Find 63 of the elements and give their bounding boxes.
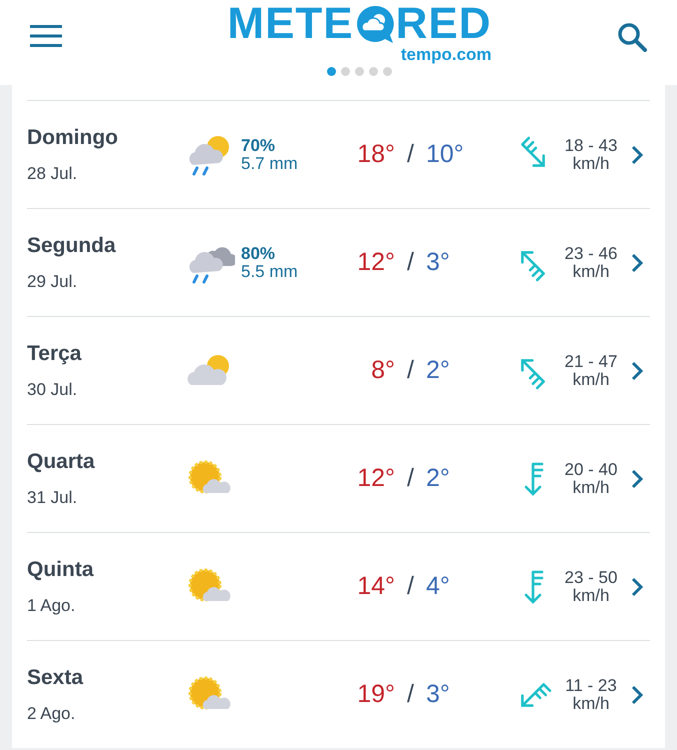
max-temperature: 12° — [356, 464, 395, 493]
wind-unit: km/h — [572, 478, 610, 496]
min-temperature: 2° — [426, 464, 450, 493]
logo-subtitle: tempo.com — [400, 46, 492, 64]
min-temperature: 3° — [426, 680, 450, 709]
day-date: 2 Ago. — [27, 704, 76, 724]
rain-chance: 80% — [241, 244, 276, 262]
separator: / — [407, 680, 414, 709]
day-name: Segunda — [27, 234, 117, 258]
wind-speed: 18 - 43 — [564, 136, 618, 154]
chevron-right-icon[interactable] — [631, 576, 643, 596]
day-name: Quinta — [27, 558, 95, 582]
chevron-right-icon[interactable] — [631, 252, 643, 272]
day-name: Domingo — [27, 126, 119, 150]
day-date: 28 Jul. — [27, 164, 78, 184]
wind-speed: 23 - 46 — [564, 244, 618, 262]
wind-speed: 21 - 47 — [564, 352, 618, 370]
min-temperature: 2° — [426, 356, 450, 385]
max-temperature: 19° — [356, 680, 395, 709]
menu-icon[interactable] — [30, 24, 62, 48]
logo-text: RED — [396, 2, 492, 46]
day-date: 1 Ago. — [27, 596, 76, 616]
day-date: 31 Jul. — [27, 488, 78, 508]
wind-speed: 11 - 23 — [565, 676, 617, 694]
day-date: 29 Jul. — [27, 272, 78, 292]
max-temperature: 14° — [356, 572, 395, 601]
wind-speed: 23 - 50 — [564, 568, 618, 586]
min-temperature: 4° — [426, 572, 450, 601]
wind-unit: km/h — [572, 262, 610, 280]
rain-amount: 5.5 mm — [241, 262, 298, 280]
chevron-right-icon[interactable] — [631, 144, 643, 164]
max-temperature: 12° — [356, 248, 395, 277]
page-dot[interactable] — [340, 67, 350, 76]
day-date: 30 Jul. — [27, 380, 78, 400]
separator: / — [407, 356, 414, 385]
min-temperature: 3° — [426, 248, 450, 277]
separator: / — [407, 464, 414, 493]
search-icon[interactable] — [616, 22, 647, 52]
page-dot[interactable] — [326, 67, 336, 76]
min-temperature: 10° — [426, 140, 464, 169]
logo-text: METE — [227, 2, 354, 46]
day-name: Sexta — [27, 666, 84, 690]
day-name: Quarta — [27, 450, 96, 474]
chevron-right-icon[interactable] — [631, 360, 643, 380]
page-dot[interactable] — [368, 67, 378, 76]
chevron-right-icon[interactable] — [631, 468, 643, 488]
chevron-right-icon[interactable] — [631, 684, 643, 704]
page-dot[interactable] — [382, 67, 392, 76]
separator: / — [407, 140, 414, 169]
wind-speed: 20 - 40 — [564, 460, 618, 478]
day-name: Terça — [27, 342, 82, 366]
max-temperature: 18° — [356, 140, 395, 169]
rain-chance: 70% — [241, 136, 276, 154]
max-temperature: 8° — [370, 356, 395, 385]
separator: / — [407, 572, 414, 601]
separator: / — [407, 248, 414, 277]
rain-amount: 5.7 mm — [241, 154, 298, 172]
wind-unit: km/h — [572, 586, 610, 604]
page-dot[interactable] — [354, 67, 364, 76]
wind-unit: km/h — [572, 694, 610, 712]
wind-unit: km/h — [572, 154, 610, 172]
wind-unit: km/h — [572, 370, 610, 388]
cloud-bubble-icon — [354, 4, 395, 44]
